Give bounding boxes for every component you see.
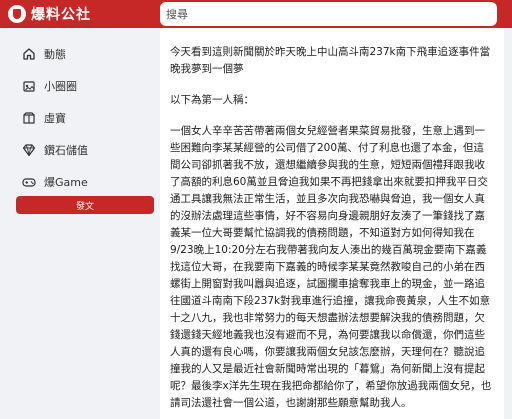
logo-icon [8, 5, 26, 23]
sidebar-item-label: 小圈圈 [44, 80, 77, 93]
sidebar-item-label: 鑽石儲值 [44, 144, 88, 157]
sidebar-item-game[interactable]: 爆Game [22, 172, 88, 192]
sidebar-item-diamond-topup[interactable]: 鑽石儲值 [22, 140, 88, 160]
post-paragraph: 今天看到這則新聞關於昨天晚上中山高斗南237k南下飛車追逐事件當晚我夢到一個夢 [170, 46, 491, 75]
sidebar-item-treasure[interactable]: 虛寶 [22, 108, 66, 128]
search-box[interactable] [160, 2, 497, 26]
diamond-icon [22, 143, 36, 157]
sidebar-item-label: 動態 [44, 48, 66, 61]
post-paragraph: 以下為第一人稱： [170, 94, 254, 106]
post-paragraph: 一個女人辛辛苦苦帶著兩個女兒經營者果菜貿易批發，生意上遇到一些困難向李某某經營的… [170, 125, 492, 409]
site-logo[interactable]: 爆料公社 [8, 3, 91, 25]
top-bar: 爆料公社 [0, 0, 512, 28]
search-input[interactable] [166, 2, 491, 26]
sidebar-item-feed[interactable]: 動態 [22, 44, 66, 64]
logo-text: 爆料公社 [31, 7, 91, 23]
post-button[interactable]: 發文 [16, 196, 154, 214]
sidebar-item-label: 爆Game [44, 176, 88, 189]
sidebar-item-label: 虛寶 [44, 112, 66, 125]
group-icon [22, 79, 36, 93]
home-icon [22, 47, 36, 61]
gamepad-icon [22, 175, 36, 189]
sidebar-item-groups[interactable]: 小圈圈 [22, 76, 77, 96]
sidebar: 動態 小圈圈 虛寶 鑽石儲值 爆Game 發文 [0, 28, 160, 419]
post-content: 今天看到這則新聞關於昨天晚上中山高斗南237k南下飛車追逐事件當晚我夢到一個夢 … [160, 28, 504, 419]
package-icon [22, 111, 36, 125]
